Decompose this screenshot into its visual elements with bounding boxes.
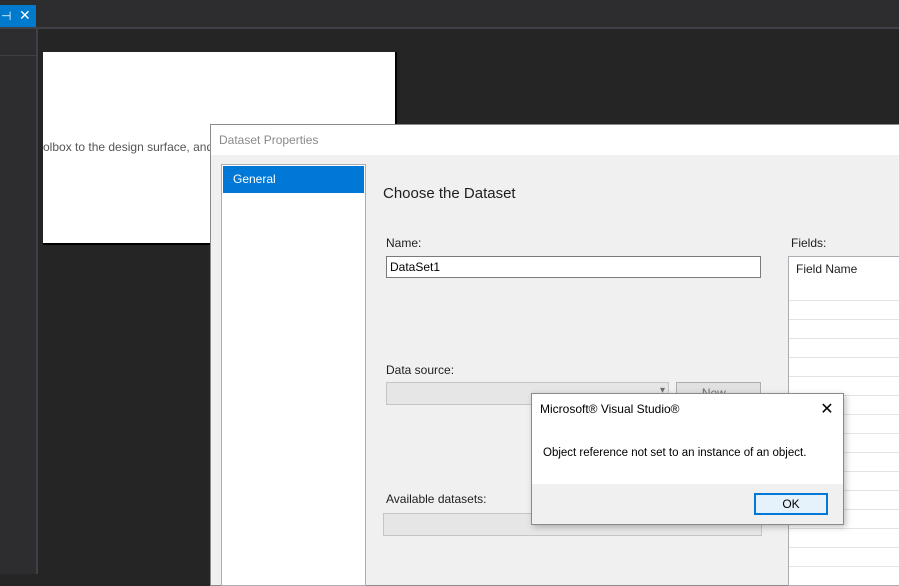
message-box-body: Microsoft® Visual Studio® ✕ Object refer… xyxy=(532,394,843,484)
error-message-box: Microsoft® Visual Studio® ✕ Object refer… xyxy=(531,393,844,525)
error-message-text: Object reference not set to an instance … xyxy=(543,447,807,459)
close-icon[interactable]: ✕ xyxy=(815,397,839,421)
design-surface-hint: olbox to the design surface, and t xyxy=(43,140,220,154)
name-label: Name: xyxy=(386,236,422,250)
grid-row-line xyxy=(789,319,899,320)
grid-row-line xyxy=(789,300,899,301)
data-source-label: Data source: xyxy=(386,363,455,377)
field-name-column-header[interactable]: Field Name xyxy=(796,262,857,276)
dialog-title: Dataset Properties xyxy=(219,133,319,147)
grid-row-line xyxy=(789,376,899,377)
left-tool-panel xyxy=(0,29,38,574)
dialog-nav-list: General xyxy=(221,164,366,586)
available-datasets-label: Available datasets: xyxy=(386,492,487,506)
grid-row-line xyxy=(789,338,899,339)
dialog-title-bar[interactable]: Dataset Properties xyxy=(211,125,899,155)
grid-row-line xyxy=(789,528,899,529)
name-input[interactable]: DataSet1 xyxy=(386,256,761,278)
close-icon[interactable]: ✕ xyxy=(19,5,31,27)
page-heading: Choose the Dataset xyxy=(383,185,516,202)
message-box-title: Microsoft® Visual Studio® xyxy=(540,402,680,416)
pin-icon[interactable]: ⊣ xyxy=(1,5,11,27)
grid-row-line xyxy=(789,547,899,548)
grid-row-line xyxy=(789,566,899,567)
panel-divider xyxy=(0,55,36,56)
grid-row-line xyxy=(789,357,899,358)
ide-top-bar xyxy=(0,0,899,29)
nav-item-general[interactable]: General xyxy=(223,166,364,193)
ok-button[interactable]: OK xyxy=(754,493,828,515)
tool-window-tab[interactable]: ⊣ ✕ xyxy=(0,5,36,27)
fields-label: Fields: xyxy=(791,236,827,250)
